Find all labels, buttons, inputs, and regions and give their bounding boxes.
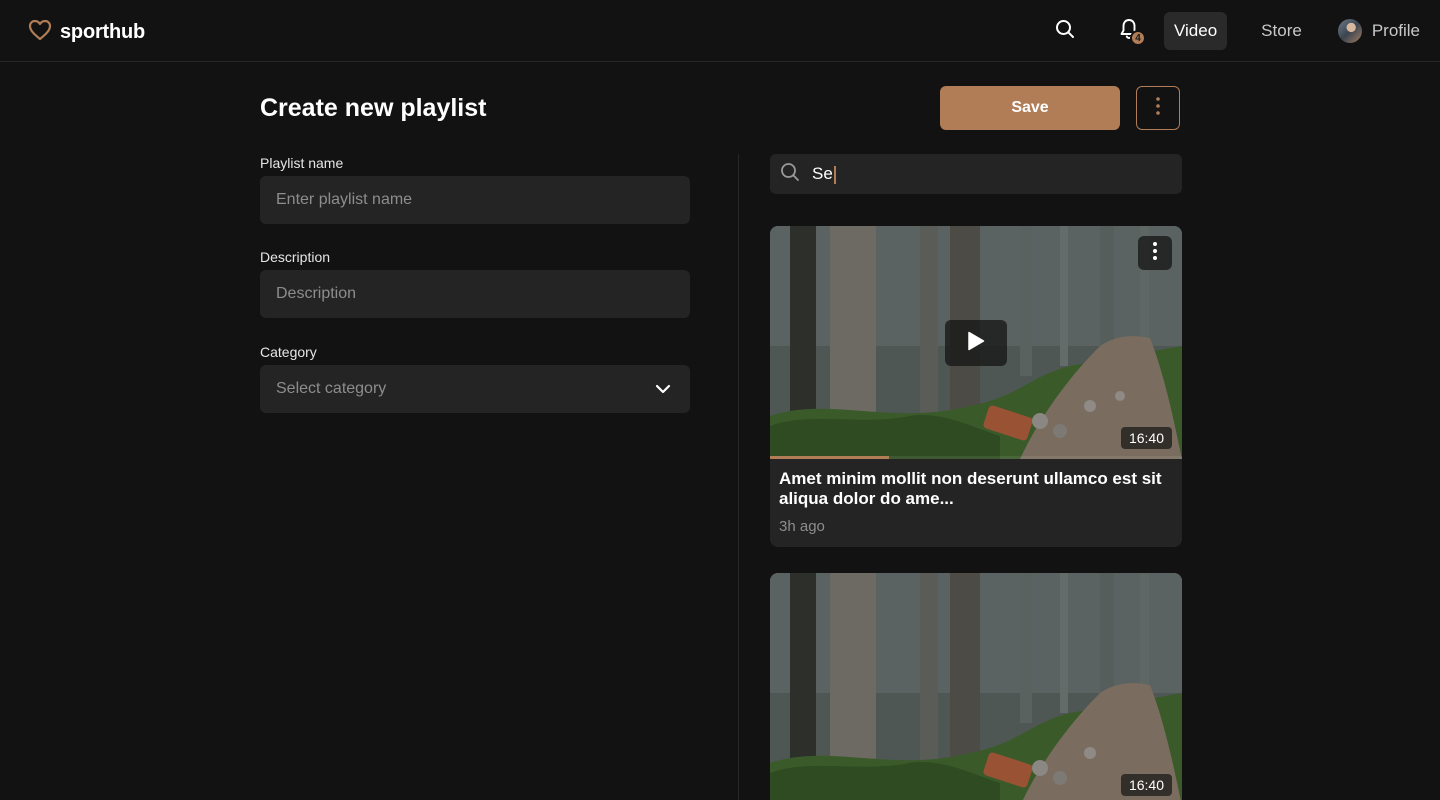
description-input[interactable]: Description [260, 270, 690, 318]
nav-store[interactable]: Store [1251, 12, 1312, 50]
search-query-text: Se [812, 164, 833, 183]
column-divider [738, 154, 739, 800]
header-actions: 4 Video Store Profile [1046, 12, 1420, 50]
search-button[interactable] [1046, 12, 1084, 50]
description-placeholder: Description [276, 285, 357, 302]
video-duration: 16:40 [1120, 427, 1172, 449]
video-duration: 16:40 [1120, 774, 1172, 796]
play-button[interactable] [945, 320, 1007, 366]
video-title[interactable]: Amet minim mollit non deserunt ullamco e… [779, 469, 1173, 509]
chevron-down-icon [654, 380, 672, 403]
avatar [1337, 19, 1362, 43]
playlist-name-input[interactable]: Enter playlist name [260, 176, 690, 224]
category-placeholder: Select category [276, 380, 387, 397]
page-title: Create new playlist [260, 94, 487, 122]
profile-menu[interactable]: Profile [1337, 19, 1420, 43]
brand-name: sporthub [60, 21, 146, 43]
playlist-name-placeholder: Enter playlist name [276, 191, 413, 208]
nav-video[interactable]: Video [1163, 12, 1228, 50]
video-card[interactable]: 16:40 [770, 573, 1182, 800]
notifications-button[interactable]: 4 [1110, 12, 1148, 50]
text-cursor [833, 165, 836, 184]
top-navigation-bar: sporthub 4 Video Store Profile [0, 0, 1440, 62]
more-options-button[interactable] [1136, 86, 1180, 130]
more-vertical-icon [1156, 96, 1160, 121]
search-query: Se [812, 164, 836, 184]
save-button[interactable]: Save [940, 86, 1120, 130]
more-vertical-icon [1153, 241, 1157, 266]
category-label: Category [260, 344, 317, 360]
watch-progress-bar [770, 456, 1182, 459]
video-search-input[interactable]: Se [770, 154, 1182, 194]
heart-logo-icon [28, 19, 52, 46]
video-time-ago: 3h ago [779, 518, 825, 535]
search-icon [1055, 19, 1075, 44]
brand-logo[interactable]: sporthub [28, 19, 145, 46]
notification-count-badge: 4 [1129, 30, 1146, 46]
play-icon [967, 331, 985, 356]
video-card[interactable]: 16:40 Amet minim mollit non deserunt ull… [770, 226, 1182, 547]
watch-progress-fill [770, 456, 890, 459]
video-thumbnail[interactable]: 16:40 [770, 226, 1182, 459]
profile-label: Profile [1371, 21, 1420, 40]
playlist-name-label: Playlist name [260, 155, 344, 171]
forest-trail-image [770, 573, 1182, 800]
description-label: Description [260, 249, 331, 265]
search-icon [780, 162, 800, 187]
category-select[interactable]: Select category [260, 365, 690, 413]
video-thumbnail[interactable]: 16:40 [770, 573, 1182, 800]
video-info: Amet minim mollit non deserunt ullamco e… [770, 459, 1182, 547]
video-options-button[interactable] [1138, 236, 1172, 270]
